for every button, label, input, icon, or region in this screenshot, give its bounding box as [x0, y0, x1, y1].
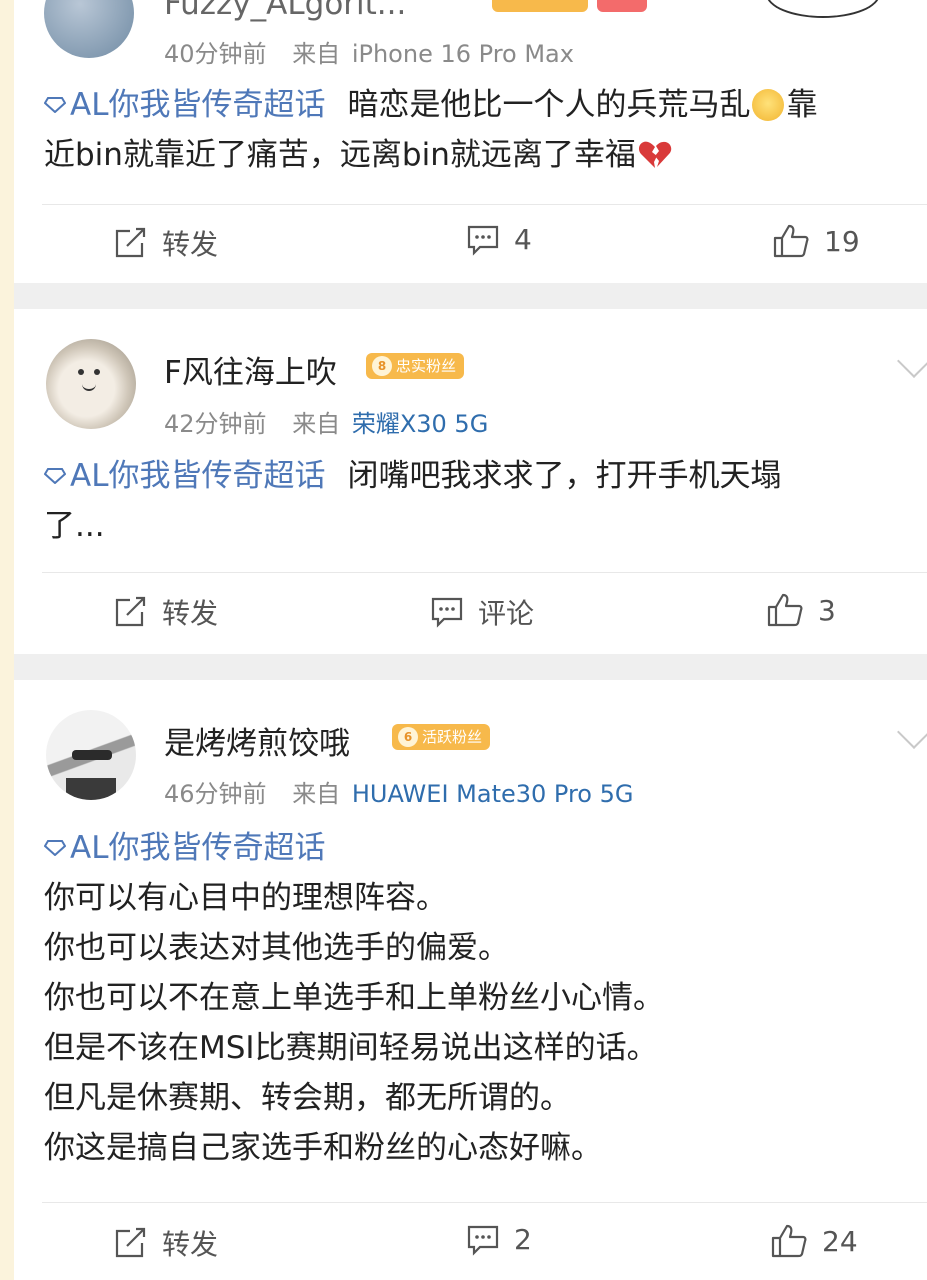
post-card-3[interactable]: 是烤烤煎饺哦 6 活跃粉丝 46分钟前 来自 HUAWEI Mate30 Pro … [14, 680, 927, 1280]
like-button[interactable]: 3 [766, 592, 836, 628]
diamond-icon [44, 468, 66, 484]
post-time: 46分钟前 [164, 780, 267, 808]
avatar[interactable] [46, 710, 136, 800]
chevron-down-icon[interactable] [897, 344, 927, 378]
divider [42, 572, 927, 573]
via-label: 来自 [292, 410, 341, 438]
repost-icon [115, 596, 146, 627]
repost-button[interactable]: 转发 [114, 592, 218, 632]
post-meta: 40分钟前 来自 iPhone 16 Pro Max [164, 34, 574, 69]
via-label: 来自 [292, 780, 341, 808]
post-card-1[interactable]: Fuzzy_ALgorit... 40分钟前 来自 iPhone 16 Pro … [14, 0, 927, 283]
post-content: AL你我皆传奇超话 闭嘴吧我求求了，打开手机天塌 了... [44, 458, 782, 544]
repost-icon [115, 1227, 146, 1258]
comment-button[interactable]: 评论 [430, 592, 534, 632]
device-source[interactable]: HUAWEI Mate30 Pro 5G [352, 780, 634, 808]
comment-icon [467, 225, 499, 256]
post-meta: 42分钟前 来自 荣耀X30 5G [164, 404, 488, 439]
broken-heart-icon [638, 141, 672, 168]
avatar[interactable] [44, 0, 134, 58]
username[interactable]: F风往海上吹 [164, 347, 337, 392]
content-line: 你这是搞自己家选手和粉丝的心态好嘛。 [44, 1130, 602, 1166]
chevron-down-icon[interactable] [897, 715, 927, 749]
username[interactable]: 是烤烤煎饺哦 [164, 718, 350, 763]
comment-icon [431, 597, 463, 628]
comment-button[interactable]: 4 [466, 223, 532, 256]
sticker-icon [766, 0, 880, 18]
user-badge [492, 0, 588, 12]
pleading-emoji-icon [752, 89, 785, 121]
username[interactable]: Fuzzy_ALgorit... [164, 0, 406, 22]
content-line: 但凡是休赛期、转会期，都无所谓的。 [44, 1080, 571, 1116]
like-button[interactable]: 24 [770, 1223, 858, 1259]
divider [42, 204, 927, 205]
topic-link[interactable]: AL你我皆传奇超话 [44, 458, 325, 494]
avatar[interactable] [46, 339, 136, 429]
status-badge [597, 0, 647, 12]
device-source: iPhone 16 Pro Max [351, 40, 574, 68]
like-button[interactable]: 19 [772, 223, 860, 259]
content-line: 你可以有心目中的理想阵容。 [44, 880, 447, 916]
post-content: AL你我皆传奇超话 暗恋是他比一个人的兵荒马乱靠 近bin就靠近了痛苦，远离bin… [44, 87, 818, 173]
fan-badge: 6 活跃粉丝 [392, 724, 491, 750]
repost-button[interactable]: 转发 [114, 223, 218, 263]
repost-button[interactable]: 转发 [114, 1223, 218, 1263]
post-meta: 46分钟前 来自 HUAWEI Mate30 Pro 5G [164, 774, 633, 809]
thumbs-up-icon [767, 593, 803, 627]
content-line: 但是不该在MSI比赛期间轻易说出这样的话。 [44, 1030, 658, 1066]
diamond-icon [44, 840, 66, 856]
device-source[interactable]: 荣耀X30 5G [352, 410, 488, 438]
post-time: 42分钟前 [164, 410, 267, 438]
post-card-2[interactable]: F风往海上吹 8 忠实粉丝 42分钟前 来自 荣耀X30 5G AL你我皆传奇超话… [14, 309, 927, 654]
content-line: 你也可以不在意上单选手和上单粉丝小心情。 [44, 980, 664, 1016]
thumbs-up-icon [771, 1224, 807, 1258]
via-label: 来自 [292, 40, 341, 68]
diamond-icon [44, 97, 66, 113]
topic-link[interactable]: AL你我皆传奇超话 [44, 830, 325, 866]
comment-button[interactable]: 2 [466, 1223, 532, 1256]
fan-badge: 8 忠实粉丝 [366, 353, 465, 379]
post-time: 40分钟前 [164, 40, 267, 68]
comment-icon [467, 1225, 499, 1256]
content-line: 你也可以表达对其他选手的偏爱。 [44, 930, 509, 966]
repost-icon [115, 227, 146, 258]
thumbs-up-icon [773, 224, 809, 258]
divider [42, 1202, 927, 1203]
post-content: AL你我皆传奇超话 你可以有心目中的理想阵容。 你也可以表达对其他选手的偏爱。 … [44, 823, 924, 1173]
topic-link[interactable]: AL你我皆传奇超话 [44, 87, 325, 123]
